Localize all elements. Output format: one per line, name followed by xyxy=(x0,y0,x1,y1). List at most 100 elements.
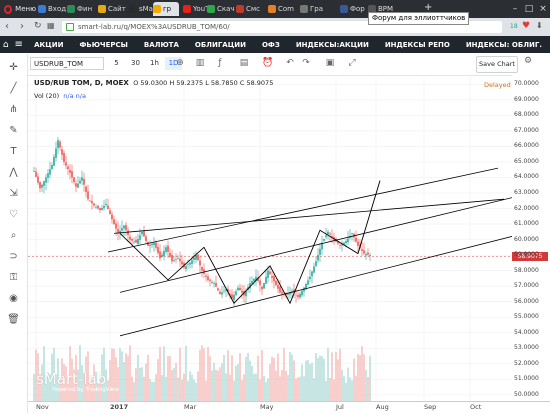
volume-bar xyxy=(153,381,155,401)
timeframe-button[interactable]: 30 xyxy=(127,57,144,70)
compare-icon[interactable]: ⊕ xyxy=(174,58,186,69)
candle-body xyxy=(139,235,141,240)
indicators-icon[interactable]: ƒ xyxy=(214,58,226,69)
candle-body xyxy=(347,238,349,243)
volume-bar xyxy=(209,356,211,401)
site-nav-item[interactable]: ВАЛЮТА xyxy=(136,41,187,49)
volume-bar xyxy=(339,348,341,401)
timeframe-button[interactable]: 1h xyxy=(146,57,163,70)
site-nav-item[interactable]: ФЬЮЧЕРСЫ xyxy=(71,41,135,49)
trend-line-icon[interactable]: ╱ xyxy=(7,82,20,95)
candle-body xyxy=(43,181,45,186)
site-nav-item[interactable]: ОБЛИГАЦИИ xyxy=(187,41,254,49)
candle-body xyxy=(111,214,113,220)
minimize-icon[interactable]: – xyxy=(508,0,522,18)
price-axis[interactable]: 58.9075 70.0000 69.0000 68.0000 67.0000 66.0… xyxy=(512,75,550,401)
volume-bar xyxy=(267,378,269,401)
heart-icon[interactable]: ♥ xyxy=(522,21,530,31)
timeframe-button[interactable]: 5 xyxy=(108,57,125,70)
save-chart-button[interactable]: Save Chart xyxy=(476,56,518,73)
volume-bar xyxy=(193,379,195,401)
undo-icon[interactable]: ↶ xyxy=(284,58,296,69)
volume-bar xyxy=(247,352,249,401)
templates-icon[interactable]: ▤ xyxy=(238,58,250,69)
site-nav-item[interactable]: ИНДЕКСЫ РЕПО xyxy=(377,41,458,49)
browser-tab[interactable]: Фор xyxy=(340,2,368,16)
candle-body xyxy=(261,286,263,290)
site-nav-item[interactable]: ОФЗ xyxy=(254,41,288,49)
volume-bar xyxy=(323,358,325,401)
volume-bar xyxy=(325,380,327,401)
candle-body xyxy=(37,176,39,183)
volume-bar xyxy=(351,380,353,401)
volume-bar xyxy=(309,363,311,401)
home-icon[interactable]: ⌂ xyxy=(0,36,11,53)
close-icon[interactable]: × xyxy=(536,0,550,18)
browser-tab[interactable]: Смс xyxy=(236,2,264,16)
candle-body xyxy=(237,287,239,291)
hamburger-icon[interactable]: ≡ xyxy=(11,39,26,50)
extension-badge[interactable]: 18 xyxy=(510,23,518,30)
candle-body xyxy=(99,208,101,211)
browser-tab[interactable]: Гра xyxy=(300,2,328,16)
volume-bar xyxy=(365,370,367,401)
pattern-icon[interactable]: ⋀ xyxy=(7,166,20,179)
eye-icon[interactable]: ◉ xyxy=(7,292,20,305)
browser-tab[interactable]: Скач xyxy=(207,2,235,16)
lock-drawings-icon[interactable]: ⚿ xyxy=(7,271,20,284)
reload-icon[interactable]: ↻ xyxy=(34,21,42,31)
fullscreen-icon[interactable]: ⤢ xyxy=(346,58,358,69)
volume-bar xyxy=(369,356,371,401)
trash-icon[interactable]: 🗑 xyxy=(7,313,20,326)
settings-gear-icon[interactable]: ⚙ xyxy=(524,56,532,66)
brush-icon[interactable]: ✎ xyxy=(7,124,20,137)
magnet-icon[interactable]: ⊃ xyxy=(7,250,20,263)
browser-menu-button[interactable]: Меню xyxy=(0,0,36,18)
camera-icon[interactable]: ▣ xyxy=(324,58,336,69)
download-icon[interactable]: ⬇ xyxy=(536,21,543,30)
volume-bar xyxy=(257,355,259,401)
site-nav-item[interactable]: ИНДЕКСЫ:АКЦИИ xyxy=(288,41,377,49)
site-nav-item[interactable]: ИНДЕКСЫ: ОБЛИГ. xyxy=(458,41,550,49)
browser-tab[interactable]: Сайт xyxy=(98,2,126,16)
browser-tab[interactable]: гр xyxy=(153,2,179,16)
candle-body xyxy=(95,206,97,208)
maximize-icon[interactable]: □ xyxy=(522,0,536,18)
prediction-icon[interactable]: ⇲ xyxy=(7,187,20,200)
candle-body xyxy=(57,140,59,149)
text-tool-icon[interactable]: T xyxy=(7,145,20,158)
volume-bar xyxy=(183,373,185,401)
redo-icon[interactable]: ↷ xyxy=(300,58,312,69)
speed-dial-icon[interactable]: ▦ xyxy=(47,21,55,30)
candles-icon[interactable]: ▥ xyxy=(194,58,206,69)
candle-body xyxy=(197,254,199,261)
volume-bar xyxy=(335,351,337,401)
candle-body xyxy=(189,262,191,265)
time-axis[interactable]: Nov 2017 Mar May Jul Aug Sep Oct xyxy=(28,401,550,414)
pitchfork-icon[interactable]: ⋔ xyxy=(7,103,20,116)
price-chart[interactable] xyxy=(28,75,512,401)
candle-body xyxy=(179,258,181,262)
zoom-icon[interactable]: ⌕ xyxy=(7,229,20,242)
alert-icon[interactable]: ⏰ xyxy=(262,58,274,69)
candle-body xyxy=(49,169,51,175)
candle-body xyxy=(309,276,311,280)
volume-bar xyxy=(357,353,359,401)
forward-icon[interactable]: › xyxy=(20,21,24,32)
crosshair-icon[interactable]: ✛ xyxy=(7,61,20,74)
back-icon[interactable]: ‹ xyxy=(5,21,9,32)
site-nav-item[interactable]: АКЦИИ xyxy=(26,41,71,49)
tab-label: sMa xyxy=(139,5,153,13)
volume-bar xyxy=(205,380,207,401)
shapes-icon[interactable]: ♡ xyxy=(7,208,20,221)
symbol-search-input[interactable]: USDRUB_TOM xyxy=(30,57,104,70)
volume-bar xyxy=(281,370,283,401)
candle-body xyxy=(141,231,143,235)
browser-tab[interactable]: Вход xyxy=(38,2,66,16)
browser-tab[interactable]: Com xyxy=(268,2,296,16)
candle-body xyxy=(159,251,161,259)
volume-bar xyxy=(225,373,227,401)
browser-tab[interactable]: Фин xyxy=(67,2,95,16)
candle-body xyxy=(271,276,273,278)
candle-body xyxy=(107,205,109,210)
